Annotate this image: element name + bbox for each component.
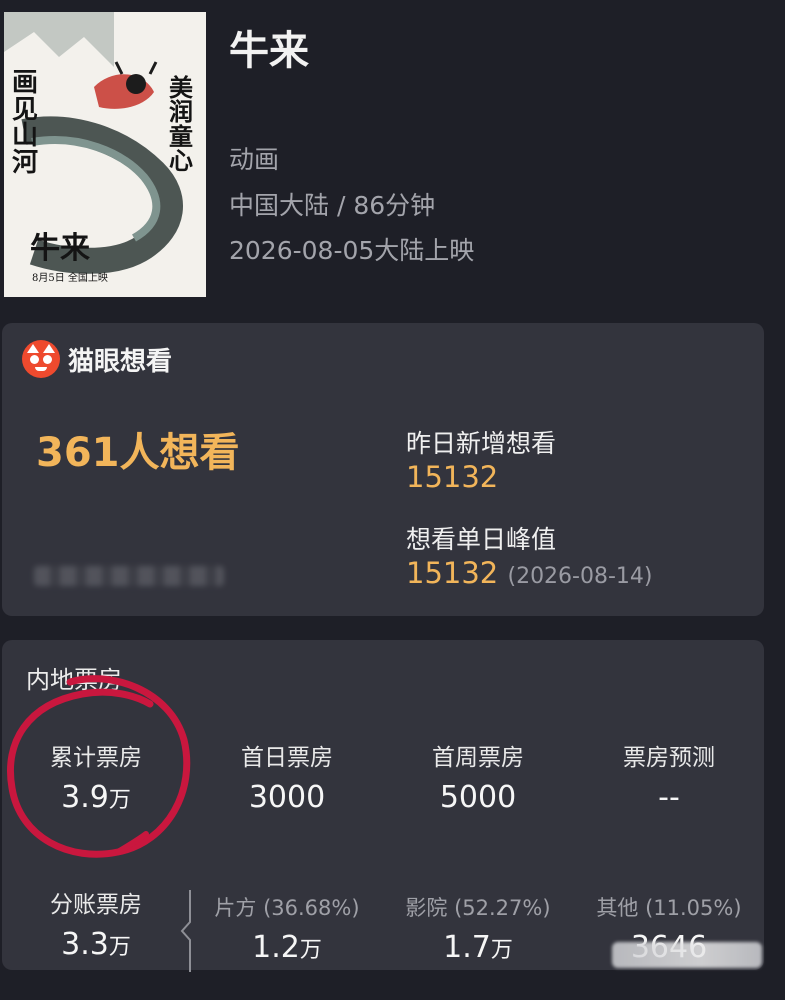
maoyan-cat-icon	[22, 340, 60, 378]
poster-left-slogan: 画见山河	[12, 68, 39, 178]
blurred-text	[34, 566, 224, 586]
stat-label: 影院 (52.27%)	[405, 896, 551, 920]
peak-date: (2026-08-14)	[507, 564, 653, 589]
stat-value: 3.3万	[61, 927, 131, 962]
poster-date: 8月5日 全国上映	[32, 273, 108, 284]
poster-title: 牛来	[30, 231, 90, 266]
poster-right-slogan: 美润童心	[169, 73, 193, 176]
stat-value: 1.7万	[443, 930, 513, 965]
stat-label: 票房预测	[623, 745, 715, 771]
stat-forecast[interactable]: 票房预测 --	[589, 738, 749, 815]
daily-new-value: 15132	[406, 460, 499, 494]
peak-value-row: 15132 (2026-08-14)	[406, 556, 653, 590]
stat-first-week[interactable]: 首周票房 5000	[398, 738, 558, 815]
maoyan-brand: 猫眼想看	[22, 340, 172, 378]
movie-region-duration: 中国大陆 / 86分钟	[229, 191, 436, 220]
brace-icon	[180, 890, 191, 972]
stat-split-box-office[interactable]: 分账票房 3.3万	[16, 885, 176, 962]
movie-genre: 动画	[229, 145, 280, 174]
stat-first-day[interactable]: 首日票房 3000	[207, 738, 367, 815]
stat-cinema-share: 影院 (52.27%) 1.7万	[398, 892, 558, 965]
peak-value: 15132	[406, 556, 499, 590]
stat-value: 3000	[248, 780, 326, 815]
movie-poster[interactable]: 画见山河 美润童心 牛来 8月5日 全国上映	[4, 12, 206, 297]
movie-release-date: 2026-08-05大陆上映	[229, 236, 475, 265]
stat-label: 片方 (36.68%)	[214, 896, 360, 920]
want-count: 361人想看	[36, 430, 240, 476]
stat-value: --	[658, 780, 680, 815]
stat-value: 1.2万	[252, 930, 322, 965]
watermark	[612, 942, 762, 968]
stat-producer-share: 片方 (36.68%) 1.2万	[207, 892, 367, 965]
stat-label: 其他 (11.05%)	[596, 896, 742, 920]
movie-title: 牛来	[229, 28, 309, 74]
stat-label: 首日票房	[241, 745, 333, 771]
stat-value: 5000	[439, 780, 517, 815]
daily-new-label: 昨日新增想看	[406, 429, 557, 458]
stat-label: 首周票房	[432, 745, 524, 771]
highlight-circle	[7, 675, 191, 858]
peak-label: 想看单日峰值	[406, 525, 557, 554]
stat-label: 分账票房	[50, 892, 142, 918]
brand-name: 猫眼想看	[68, 346, 173, 377]
